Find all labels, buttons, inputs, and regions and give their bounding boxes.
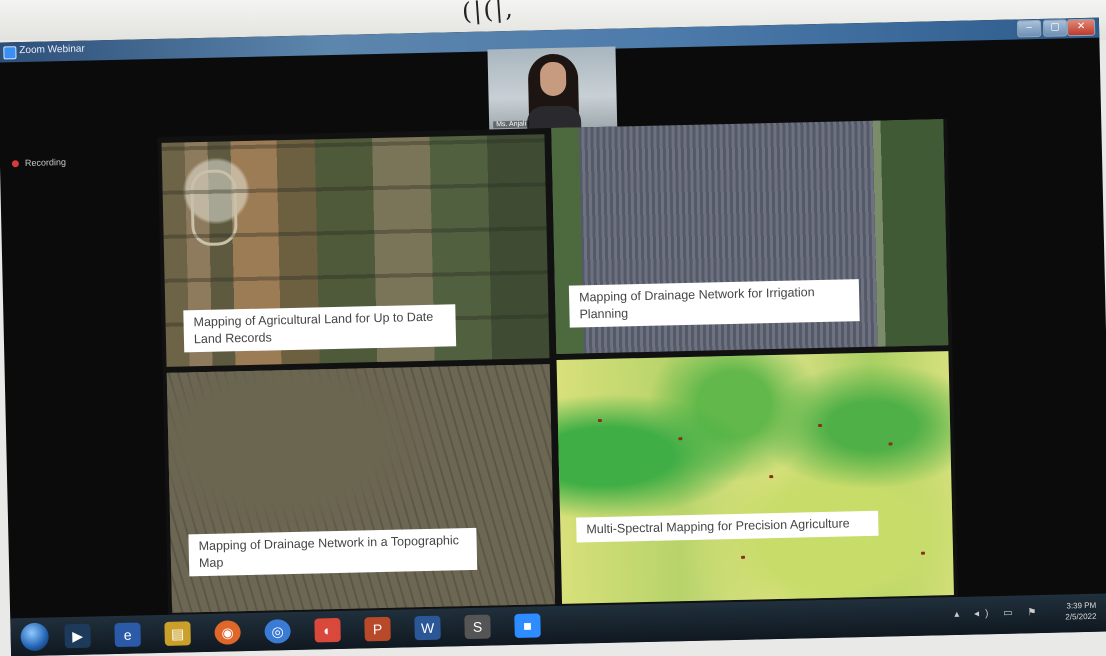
shared-slide: Mapping of Agricultural Land for Up to D… [157, 119, 959, 615]
recording-label: Recording [24, 157, 67, 168]
system-tray-icons[interactable]: ▴ ◂) ▭ ⚑ [954, 607, 1042, 620]
internet-explorer-icon[interactable]: e [114, 622, 141, 648]
google-chrome-icon[interactable]: ◐ [314, 617, 341, 643]
speck [597, 418, 602, 423]
caption-agricultural-land: Mapping of Agricultural Land for Up to D… [183, 304, 457, 353]
speck [769, 475, 774, 479]
media-player-icon[interactable]: ▶ [64, 623, 91, 649]
caption-drainage-topographic: Mapping of Drainage Network in a Topogra… [188, 527, 478, 577]
app-icon[interactable]: S [464, 614, 491, 640]
speck [888, 442, 893, 446]
word-icon[interactable]: W [414, 615, 441, 641]
file-explorer-icon[interactable]: ▤ [164, 621, 191, 646]
powerpoint-icon[interactable]: P [364, 616, 391, 642]
start-button[interactable] [20, 622, 49, 652]
handwritten-mark: (|(|, [461, 0, 516, 26]
maximize-button[interactable]: ▢ [1042, 19, 1068, 37]
running-track-feature [190, 169, 238, 247]
participant-video[interactable]: Ms. Anjali [487, 46, 618, 132]
chrome-icon[interactable]: ◎ [264, 619, 291, 644]
minimize-button[interactable]: – [1016, 19, 1042, 38]
zoom-icon[interactable]: ■ [514, 613, 541, 638]
participant-face [539, 61, 567, 97]
window-title: Zoom Webinar [19, 43, 85, 57]
system-clock[interactable]: 3:39 PM 2/5/2022 [1065, 600, 1097, 623]
speck [741, 555, 746, 559]
close-button[interactable]: ✕ [1066, 18, 1096, 37]
zoom-app-icon [3, 46, 17, 60]
clock-date: 2/5/2022 [1065, 611, 1097, 622]
firefox-icon[interactable]: ◉ [214, 620, 241, 645]
monitor-screen: Zoom Webinar – ▢ ✕ Recording Ms. Anjali … [0, 17, 1106, 656]
multispectral-image [556, 351, 954, 604]
speck [678, 437, 683, 441]
recording-dot-icon [11, 160, 20, 168]
speck [818, 423, 823, 428]
participant-name: Ms. Anjali [493, 120, 530, 129]
recording-indicator[interactable]: Recording [11, 157, 67, 168]
caption-drainage-irrigation: Mapping of Drainage Network for Irrigati… [568, 279, 860, 328]
clock-time: 3:39 PM [1066, 600, 1097, 611]
speck [920, 551, 926, 555]
